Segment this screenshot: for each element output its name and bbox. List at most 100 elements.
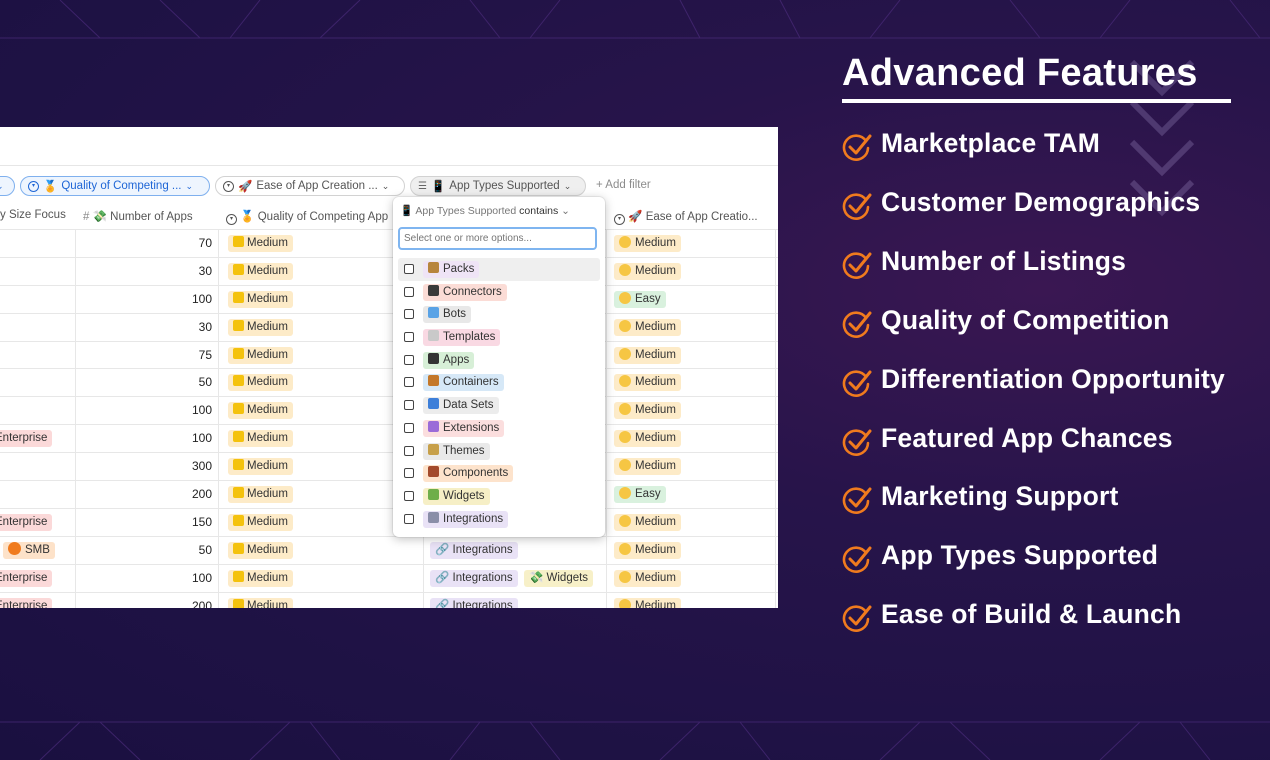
checkbox[interactable] xyxy=(404,309,414,320)
option-item[interactable]: Extensions xyxy=(398,417,600,440)
table-row[interactable]: 300 Medium Medium xyxy=(0,453,778,482)
table-row[interactable]: 100 Medium Medium xyxy=(0,397,778,426)
operator-select[interactable]: contains xyxy=(519,205,558,217)
option-tag: Data Sets xyxy=(423,397,499,415)
filter-chip-app-types[interactable]: ☰ 📱 App Types Supported ⌄ xyxy=(410,176,586,196)
list-icon: ☰ xyxy=(418,180,427,192)
medal-icon: 🏅 xyxy=(43,181,58,193)
option-item[interactable]: Data Sets xyxy=(398,394,600,417)
option-item[interactable]: Apps xyxy=(398,349,600,372)
table-row[interactable]: Enterprise 150 Medium Medium xyxy=(0,509,778,537)
plus-icon: + xyxy=(596,179,603,191)
table-row[interactable]: 100 Medium Easy xyxy=(0,286,778,314)
table-row[interactable]: 70 Medium Medium xyxy=(0,229,778,258)
table-row[interactable]: 50 Medium Medium xyxy=(0,369,778,398)
table-row[interactable]: SMB 50 Medium 🔗 Integrations Medium xyxy=(0,537,778,565)
checkbox[interactable] xyxy=(404,468,414,479)
option-item[interactable]: Themes xyxy=(398,440,600,463)
table-row[interactable]: Enterprise 200 Medium 🔗 Integrations Medium xyxy=(0,593,778,608)
smiley-icon xyxy=(619,263,631,276)
apps-count: 100 xyxy=(191,403,212,418)
quality-tag-label: Medium xyxy=(247,376,288,389)
checkbox[interactable] xyxy=(404,332,414,343)
column-header-apps[interactable]: # 💸 Number of Apps xyxy=(83,209,193,223)
column-header-quality[interactable]: ▾ 🏅 Quality of Competing App xyxy=(226,209,388,225)
size-tag: SMB xyxy=(3,541,55,559)
table-row[interactable]: 30 Medium Medium xyxy=(0,258,778,286)
size-tag-label: SMB xyxy=(25,543,50,556)
yellow-square-icon xyxy=(233,598,244,608)
filter-chip-size[interactable]: ⌄ xyxy=(0,176,15,196)
checkbox[interactable] xyxy=(404,445,414,456)
option-item[interactable]: Connectors xyxy=(398,281,600,304)
ease-tag-label: Medium xyxy=(635,320,676,333)
feature-item: Differentiation Opportunity xyxy=(842,364,1262,400)
check-circle-icon xyxy=(842,428,872,456)
option-item[interactable]: Bots xyxy=(398,303,600,326)
ease-tag: Medium xyxy=(614,262,681,280)
chevron-down-icon: ⌄ xyxy=(381,180,390,191)
app-type-tag: 🔗 Integrations xyxy=(430,597,518,608)
add-filter-button[interactable]: + Add filter xyxy=(596,179,651,191)
feature-item: Quality of Competition xyxy=(842,305,1262,341)
yellow-square-icon xyxy=(233,347,244,359)
feature-label: Featured App Chances xyxy=(881,422,1173,453)
check-circle-icon xyxy=(842,134,872,161)
column-header-size[interactable]: y Size Focus xyxy=(0,209,66,221)
ease-tag: Medium xyxy=(614,541,681,559)
ease-tag: Medium xyxy=(614,513,681,531)
table-row[interactable]: 30 Medium Medium xyxy=(0,314,778,342)
option-icon xyxy=(428,284,439,296)
check-circle-icon xyxy=(842,193,872,220)
app-type-label: Integrations xyxy=(452,543,513,556)
feature-item: Marketing Support xyxy=(842,481,1262,517)
option-item[interactable]: Components xyxy=(398,462,600,485)
checkbox[interactable] xyxy=(404,400,414,411)
filter-chip-ease[interactable]: ▾ 🚀 Ease of App Creation ... ⌄ xyxy=(215,176,405,196)
rocket-icon: 🚀 xyxy=(628,211,643,223)
checkbox[interactable] xyxy=(404,490,414,501)
options-search-input[interactable] xyxy=(398,227,597,250)
feature-label: Ease of Build & Launch xyxy=(881,599,1182,630)
table-row[interactable]: 200 Medium Easy xyxy=(0,481,778,509)
option-item[interactable]: Templates xyxy=(398,326,600,349)
table-row[interactable]: Enterprise 100 Medium Medium xyxy=(0,425,778,454)
check-circle-icon xyxy=(842,546,872,574)
feature-label: Quality of Competition xyxy=(881,304,1170,335)
option-item[interactable]: Packs xyxy=(398,258,600,281)
checkbox[interactable] xyxy=(404,286,414,297)
table-row[interactable]: Enterprise 100 Medium 🔗 Integrations 💸 Widge… xyxy=(0,565,778,593)
option-icon xyxy=(428,330,439,342)
yellow-square-icon xyxy=(233,291,244,303)
option-label: Apps xyxy=(443,353,470,366)
ease-tag-label: Medium xyxy=(635,404,676,417)
option-item[interactable]: Containers xyxy=(398,371,600,394)
option-label: Themes xyxy=(443,444,485,457)
chevron-down-icon: ⌄ xyxy=(0,181,4,192)
app-type-label: Widgets xyxy=(546,571,589,584)
option-tag: Widgets xyxy=(423,487,490,505)
filter-chip-quality[interactable]: ▾ 🏅 Quality of Competing ... ⌄ xyxy=(20,176,210,196)
checkbox[interactable] xyxy=(404,354,414,365)
ease-tag-label: Easy xyxy=(635,292,661,305)
option-icon xyxy=(428,262,439,273)
checkbox[interactable] xyxy=(404,513,414,524)
option-tag: Packs xyxy=(423,261,480,278)
column-header-ease[interactable]: ▾ 🚀 Ease of App Creatio... xyxy=(614,209,758,225)
checkbox[interactable] xyxy=(404,377,414,388)
ease-tag-label: Medium xyxy=(635,237,676,249)
link-icon: 🔗 xyxy=(435,599,453,608)
quality-tag-label: Medium xyxy=(247,348,288,361)
checkbox[interactable] xyxy=(404,422,414,433)
option-item[interactable]: Integrations xyxy=(398,508,600,531)
yellow-square-icon xyxy=(233,514,244,526)
checkbox[interactable] xyxy=(404,264,414,274)
option-tag: Containers xyxy=(423,374,504,392)
size-tag-label: Enterprise xyxy=(0,599,48,608)
ease-tag: Medium xyxy=(614,235,681,252)
option-item[interactable]: Widgets xyxy=(398,485,600,508)
quality-tag-label: Medium xyxy=(247,543,288,556)
table-body: 70 Medium Medium 30 Medium Medium 100 Medium Eas… xyxy=(0,229,778,608)
ease-tag: Medium xyxy=(614,318,681,336)
table-row[interactable]: 75 Medium Medium xyxy=(0,342,778,370)
